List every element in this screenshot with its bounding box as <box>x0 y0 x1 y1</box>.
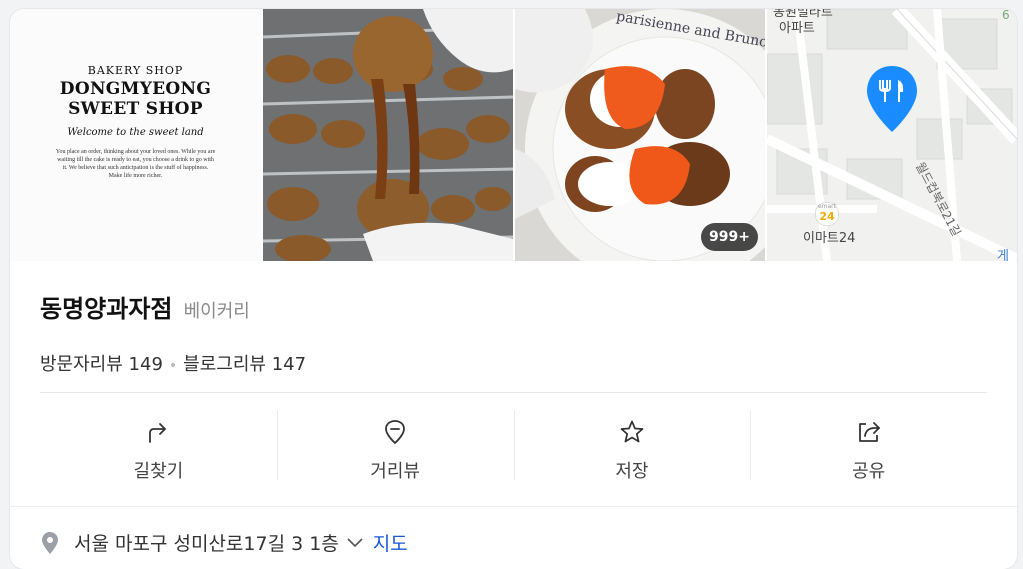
address-row: 서울 마포구 성미산로17길 3 1층 지도 <box>40 529 408 556</box>
location-pin-icon <box>42 531 58 554</box>
map-image: 6 <box>767 9 1017 261</box>
save-button[interactable]: 저장 <box>513 394 751 498</box>
photo-plate[interactable]: parisienne and Brunch cafe 999+ <box>515 9 765 261</box>
share-button[interactable]: 공유 <box>750 394 987 498</box>
map-label-store: 이마트24 <box>803 231 856 246</box>
poster-content: BAKERY SHOP DONGMYEONG SWEET SHOP Welcom… <box>10 64 261 180</box>
blog-reviews-label: 블로그리뷰 <box>183 354 266 375</box>
emart24-badge: emart 24 <box>815 202 839 226</box>
review-separator: • <box>168 358 178 374</box>
chevron-down-icon[interactable] <box>347 537 363 548</box>
address-divider <box>10 506 1017 507</box>
divider <box>40 392 987 393</box>
place-category: 베이커리 <box>183 301 250 322</box>
map-label-edge: 게 <box>997 249 1009 261</box>
photo-poster[interactable]: BAKERY SHOP DONGMYEONG SWEET SHOP Welcom… <box>10 9 261 261</box>
visitor-reviews-label: 방문자리뷰 <box>40 354 123 375</box>
cookies-photo-image <box>263 9 513 261</box>
directions-button[interactable]: 길찾기 <box>40 394 277 498</box>
directions-icon <box>149 423 167 443</box>
photo-cookies[interactable] <box>263 9 513 261</box>
photo-strip: BAKERY SHOP DONGMYEONG SWEET SHOP Welcom… <box>10 9 1017 261</box>
place-name[interactable]: 동명양과자점 <box>40 295 172 323</box>
poster-tagline: Welcome to the sweet land <box>67 127 204 138</box>
map-link[interactable]: 지도 <box>373 529 408 556</box>
map-label-apartment: 아파트 <box>779 21 815 36</box>
street-view-icon <box>385 420 406 445</box>
address-text[interactable]: 서울 마포구 성미산로17길 3 1층 <box>74 529 339 556</box>
star-icon <box>620 420 644 443</box>
restaurant-pin-icon[interactable] <box>865 64 919 134</box>
action-bar: 길찾기 거리뷰 저장 공유 <box>40 394 987 498</box>
share-icon <box>858 422 880 442</box>
place-card: BAKERY SHOP DONGMYEONG SWEET SHOP Welcom… <box>10 9 1017 569</box>
blog-reviews-count: 147 <box>271 354 307 375</box>
directions-label: 길찾기 <box>133 461 184 482</box>
street-view-label: 거리뷰 <box>370 461 420 482</box>
visitor-reviews-link[interactable]: 방문자리뷰 149 <box>40 354 163 375</box>
more-photos-badge[interactable]: 999+ <box>701 223 758 251</box>
poster-body: You place an order, thinking about your … <box>55 149 216 179</box>
poster-name-line1: DONGMYEONG <box>59 79 212 99</box>
title-row: 동명양과자점 베이커리 <box>40 289 250 324</box>
share-label: 공유 <box>852 461 886 482</box>
map-edge-label-top: 6 <box>1002 9 1010 22</box>
map-thumbnail[interactable]: 6 동원밀라트 아파트 이마트24 게 월드컵북로21길 emart 24 <box>767 9 1017 261</box>
poster-top-text: BAKERY SHOP <box>87 64 184 77</box>
street-view-button[interactable]: 거리뷰 <box>276 394 514 498</box>
blog-reviews-link[interactable]: 블로그리뷰 147 <box>183 354 306 375</box>
review-row: 방문자리뷰 149 • 블로그리뷰 147 <box>40 350 306 376</box>
poster-name-line2: SWEET SHOP <box>68 99 203 119</box>
save-label: 저장 <box>615 461 649 482</box>
visitor-reviews-count: 149 <box>128 354 163 375</box>
